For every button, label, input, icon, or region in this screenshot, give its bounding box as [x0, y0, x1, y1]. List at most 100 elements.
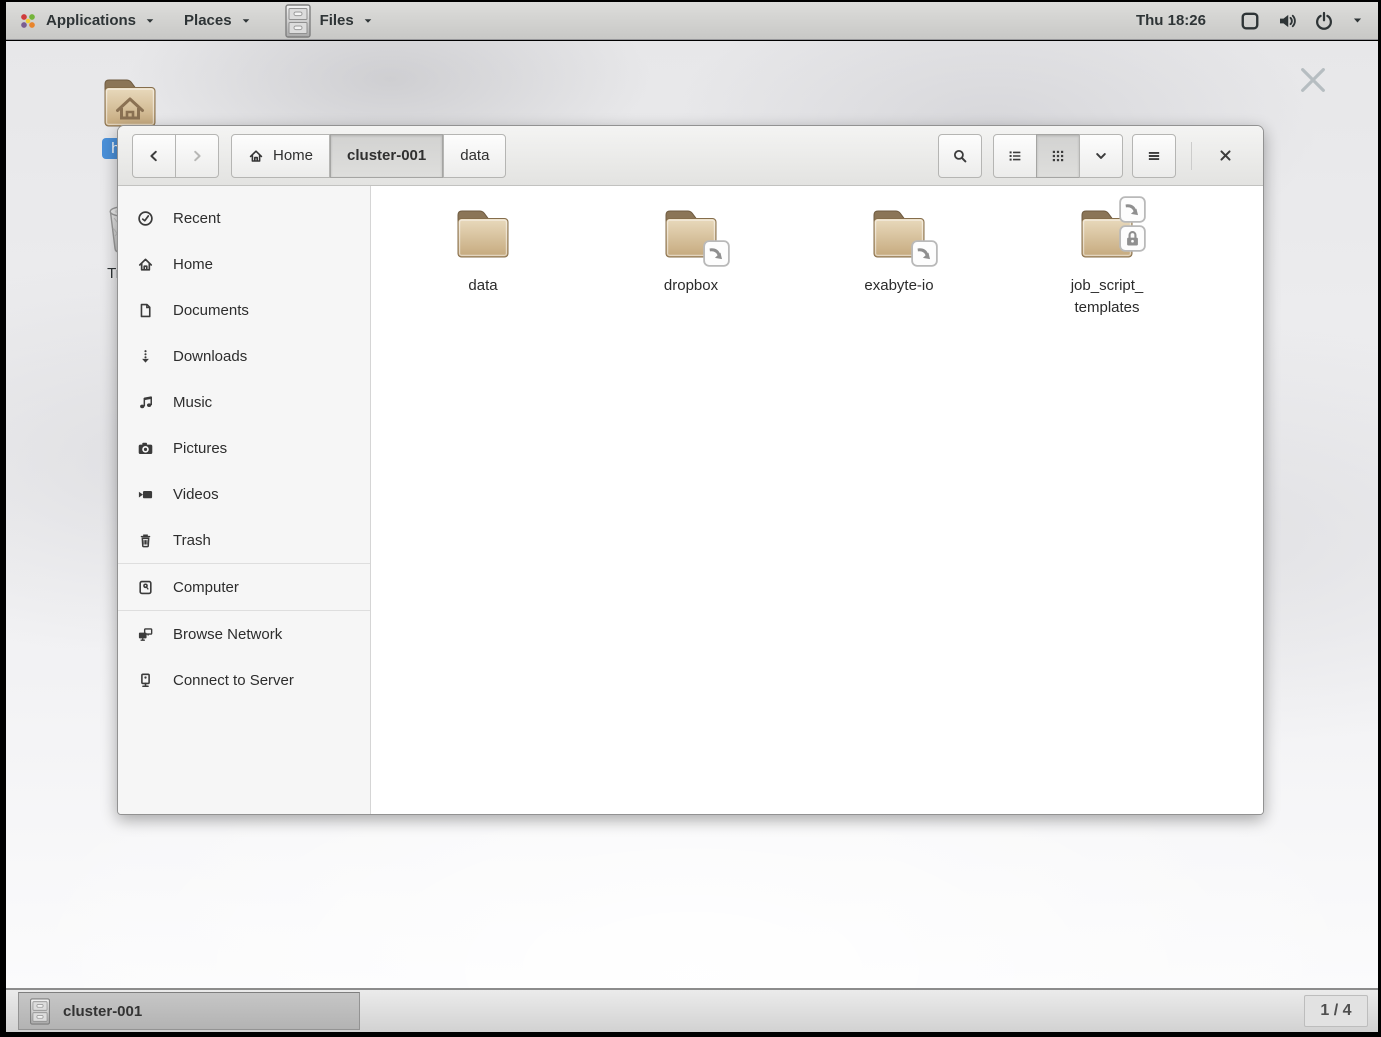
- window-close-button[interactable]: [1205, 134, 1245, 178]
- applications-menu[interactable]: Applications: [18, 11, 156, 31]
- top-panel: Applications Places Files Thu 18:26: [6, 2, 1378, 40]
- sidebar-item-label: Videos: [173, 486, 219, 503]
- sidebar-item-music[interactable]: Music: [118, 379, 370, 425]
- sidebar-item-trash[interactable]: Trash: [118, 517, 370, 563]
- chevron-right-icon: [189, 148, 205, 164]
- window-body: Recent Home Documents Downloads Music Picture…: [118, 186, 1263, 814]
- pathbar-item-home[interactable]: Home: [231, 134, 330, 178]
- magnifier-icon: [952, 148, 968, 164]
- places-menu[interactable]: Places: [184, 12, 252, 29]
- pathbar: Home cluster-001 data: [231, 134, 506, 178]
- file-item-label: data: [468, 275, 497, 297]
- view-grid-button[interactable]: [1036, 134, 1080, 178]
- pathbar-item-label: cluster-001: [347, 147, 426, 164]
- forward-button[interactable]: [175, 134, 219, 178]
- power-icon[interactable]: [1314, 11, 1334, 31]
- sidebar-item-label: Browse Network: [173, 626, 282, 643]
- window-menu-button[interactable]: [1132, 134, 1176, 178]
- server-icon: [137, 672, 154, 689]
- download-icon: [137, 348, 154, 365]
- lock-emblem: [1119, 225, 1146, 252]
- sidebar-item-pictures[interactable]: Pictures: [118, 425, 370, 471]
- chevron-left-icon: [146, 148, 162, 164]
- music-note-icon: [137, 394, 154, 411]
- sidebar-item-downloads[interactable]: Downloads: [118, 333, 370, 379]
- screen-icon[interactable]: [1240, 11, 1260, 31]
- sidebar-item-label: Documents: [173, 302, 249, 319]
- link-emblem: [1119, 196, 1146, 223]
- taskbar: cluster-001 1 / 4: [6, 988, 1378, 1032]
- places-menu-label: Places: [184, 12, 232, 29]
- task-button-label: cluster-001: [63, 1003, 142, 1020]
- sidebar-item-browse-network[interactable]: Browse Network: [118, 611, 370, 657]
- distro-icon: [18, 11, 38, 31]
- folder-icon: [659, 202, 723, 266]
- sidebar-item-videos[interactable]: Videos: [118, 471, 370, 517]
- view-switcher: [993, 134, 1123, 178]
- folder-icon: [867, 202, 931, 266]
- desktop: homeTrash Homecluster-001data: [6, 41, 1378, 988]
- view-options-button[interactable]: [1079, 134, 1123, 178]
- files-app-menu-label: Files: [320, 12, 354, 29]
- caret-down-icon[interactable]: [1351, 14, 1364, 27]
- camera-icon: [137, 440, 154, 457]
- sidebar-item-label: Pictures: [173, 440, 227, 457]
- sidebar-item-label: Recent: [173, 210, 221, 227]
- pathbar-item-label: Home: [273, 147, 313, 164]
- view-list-button[interactable]: [993, 134, 1037, 178]
- workspace-indicator[interactable]: 1 / 4: [1304, 995, 1368, 1027]
- file-item-label: dropbox: [664, 275, 718, 297]
- applications-menu-label: Applications: [46, 12, 136, 29]
- sidebar-item-label: Home: [173, 256, 213, 273]
- headerbar: Home cluster-001 data: [118, 126, 1263, 186]
- folder-icon: [451, 202, 515, 266]
- sidebar-item-label: Computer: [173, 579, 239, 596]
- close-icon: [1217, 147, 1234, 164]
- file-item-label: exabyte-io: [864, 275, 933, 297]
- clock[interactable]: Thu 18:26: [1136, 12, 1206, 29]
- search-button[interactable]: [938, 134, 982, 178]
- menu-icon: [1146, 148, 1162, 164]
- files-app-menu[interactable]: Files: [284, 4, 374, 38]
- file-item-label: job_​script_​templates: [1043, 275, 1171, 319]
- sidebar-item-connect-to-server[interactable]: Connect to Server: [118, 657, 370, 703]
- sidebar-item-documents[interactable]: Documents: [118, 287, 370, 333]
- link-emblem: [703, 240, 730, 267]
- trash-icon: [137, 532, 154, 549]
- folder-icon: [1075, 202, 1139, 266]
- file-item-data[interactable]: data: [379, 202, 587, 319]
- link-emblem: [911, 240, 938, 267]
- sidebar-item-label: Connect to Server: [173, 672, 294, 689]
- headerbar-separator: [1191, 142, 1192, 170]
- file-grid: data dropbox exabyte-io job_​script_​templa…: [371, 186, 1263, 814]
- home-icon: [248, 148, 264, 164]
- speaker-icon[interactable]: [1277, 11, 1297, 31]
- back-button[interactable]: [132, 134, 176, 178]
- file-manager-window: Home cluster-001 data: [117, 125, 1264, 815]
- sidebar-item-computer[interactable]: Computer: [118, 564, 370, 610]
- sidebar-item-home[interactable]: Home: [118, 241, 370, 287]
- close-icon: [1295, 59, 1331, 101]
- pathbar-item-cluster-001[interactable]: cluster-001: [330, 134, 443, 178]
- network-icon: [137, 626, 154, 643]
- file-item-job-script-templates[interactable]: job_​script_​templates: [1003, 202, 1211, 319]
- caret-down-icon: [362, 15, 374, 27]
- file-cabinet-icon: [284, 4, 312, 38]
- pathbar-item-data[interactable]: data: [443, 134, 506, 178]
- file-cabinet-icon: [29, 998, 51, 1025]
- nav-buttons: [132, 134, 219, 178]
- view-grid-icon: [1050, 148, 1066, 164]
- sidebar-item-recent[interactable]: Recent: [118, 195, 370, 241]
- caret-down-icon: [144, 15, 156, 27]
- task-button-cluster-001[interactable]: cluster-001: [18, 992, 360, 1030]
- video-camera-icon: [137, 486, 154, 503]
- clock-icon: [137, 210, 154, 227]
- document-icon: [137, 302, 154, 319]
- file-item-dropbox[interactable]: dropbox: [587, 202, 795, 319]
- sidebar-item-label: Music: [173, 394, 212, 411]
- harddisk-icon: [137, 579, 154, 596]
- pathbar-item-label: data: [460, 147, 489, 164]
- status-icons: [1240, 11, 1364, 31]
- chevron-down-icon: [1093, 148, 1109, 164]
- file-item-exabyte-io[interactable]: exabyte-io: [795, 202, 1003, 319]
